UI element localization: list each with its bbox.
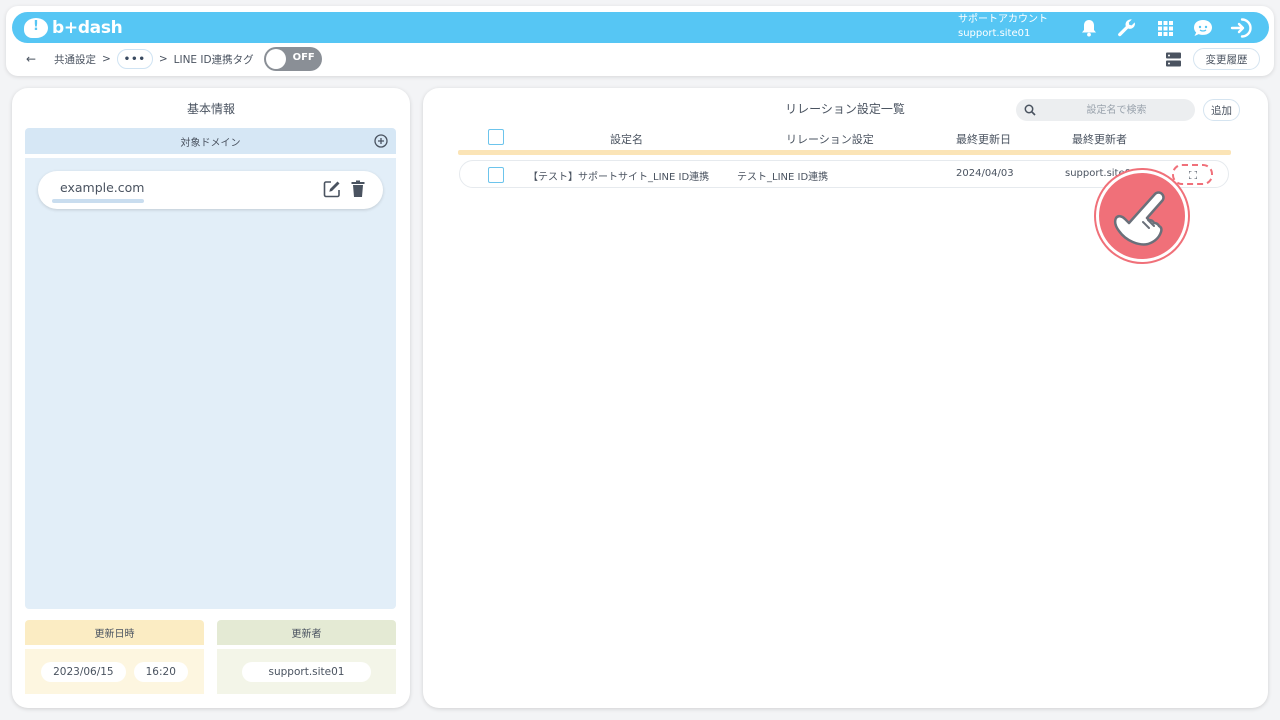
- updated-at-box: 更新日時 2023/06/15 16:20: [25, 620, 204, 694]
- row-name: 【テスト】サポートサイト_LINE ID連携: [528, 172, 710, 183]
- select-all-checkbox[interactable]: [488, 129, 504, 145]
- chat-face-icon[interactable]: [1184, 15, 1222, 41]
- updated-by-value: support.site01: [241, 661, 372, 682]
- toggle-knob: [265, 49, 286, 69]
- search-box: [1016, 99, 1195, 121]
- domain-underline: [52, 199, 144, 203]
- domain-name: example.com: [60, 180, 145, 195]
- basic-info-title-text: 基本情報: [182, 100, 240, 117]
- logo-text: b+dash: [52, 18, 123, 38]
- target-domain-label: 対象ドメイン: [180, 137, 241, 149]
- column-header-name[interactable]: 設定名: [610, 131, 643, 147]
- basic-info-title: 基本情報: [12, 100, 410, 117]
- domain-list: example.com: [25, 158, 396, 609]
- column-header-updater[interactable]: 最終更新者: [1072, 131, 1127, 147]
- enable-toggle[interactable]: OFF: [263, 47, 322, 71]
- edit-icon[interactable]: [323, 180, 341, 198]
- updated-at-label: 更新日時: [25, 620, 204, 645]
- row-checkbox[interactable]: [488, 167, 504, 183]
- breadcrumb-item-current: LINE ID連携タグ: [173, 53, 254, 66]
- column-header-updated[interactable]: 最終更新日: [956, 131, 1011, 147]
- breadcrumb-item-common-settings[interactable]: 共通設定: [54, 52, 96, 67]
- back-arrow-icon[interactable]: ←: [26, 52, 40, 66]
- basic-info-panel: 基本情報 対象ドメイン example.com 更新日時 2023/06/15 …: [12, 88, 410, 708]
- target-domain-header: 対象ドメイン: [25, 128, 396, 154]
- expand-icon: [1188, 170, 1197, 179]
- pointer-highlight: [1096, 170, 1188, 262]
- hand-pointer-icon: [1113, 191, 1165, 246]
- column-header-relation[interactable]: リレーション設定: [786, 131, 874, 147]
- breadcrumb-separator: >: [102, 53, 111, 65]
- breadcrumb-separator: >: [158, 53, 168, 65]
- domain-list-item[interactable]: example.com: [38, 171, 383, 209]
- row-relation: テスト_LINE ID連携: [737, 172, 829, 183]
- updated-by-label: 更新者: [217, 620, 396, 645]
- grid-icon[interactable]: [1146, 15, 1184, 41]
- database-icon[interactable]: [1166, 52, 1181, 67]
- header-divider: [458, 150, 1231, 155]
- toggle-label: OFF: [292, 52, 315, 63]
- logo-bubble-icon: [24, 18, 48, 38]
- add-button[interactable]: 追加: [1203, 99, 1240, 121]
- search-input[interactable]: [1044, 99, 1189, 121]
- relation-list-title: リレーション設定一覧: [745, 100, 945, 117]
- add-domain-icon[interactable]: [374, 134, 388, 148]
- account-info[interactable]: サポートアカウント support.site01: [958, 13, 1048, 41]
- relation-settings-panel: リレーション設定一覧 追加 設定名 リレーション設定 最終更新日 最終更新者 【…: [423, 88, 1268, 708]
- logout-icon[interactable]: [1222, 15, 1260, 41]
- updated-date: 2023/06/15: [41, 661, 126, 682]
- top-bar: b+dash サポートアカウント support.site01: [12, 12, 1269, 43]
- account-name: support.site01: [958, 28, 1031, 39]
- updated-time: 16:20: [133, 661, 188, 682]
- wrench-icon[interactable]: [1108, 15, 1146, 41]
- updated-by-box: 更新者 support.site01: [217, 620, 396, 694]
- breadcrumb-more-button[interactable]: •••: [116, 49, 153, 69]
- account-label: サポートアカウント: [958, 14, 1048, 25]
- bell-icon[interactable]: [1070, 15, 1108, 41]
- logo[interactable]: b+dash: [24, 15, 123, 41]
- breadcrumb: ← 共通設定 > ••• > LINE ID連携タグ OFF: [26, 47, 322, 71]
- change-history-button[interactable]: 変更履歴: [1193, 48, 1260, 70]
- trash-icon[interactable]: [350, 180, 366, 198]
- search-icon: [1024, 104, 1036, 116]
- relation-list-title-text: リレーション設定一覧: [781, 100, 909, 117]
- row-updated: 2024/04/03: [956, 168, 1014, 179]
